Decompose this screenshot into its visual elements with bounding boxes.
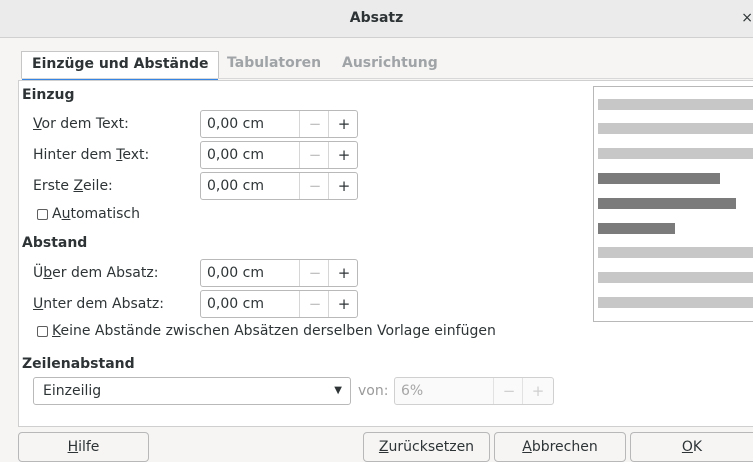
- vor-dem-text-value[interactable]: 0,00 cm: [207, 111, 264, 137]
- increment-button[interactable]: +: [328, 291, 359, 317]
- dialog-title: Absatz: [349, 10, 404, 26]
- hinter-dem-text-spinner: 0,00 cm − +: [200, 141, 358, 169]
- vor-dem-text-spinner: 0,00 cm − +: [200, 110, 358, 138]
- automatisch-checkbox[interactable]: [37, 208, 48, 220]
- increment-button[interactable]: +: [328, 173, 359, 199]
- von-spinner: 6% − +: [394, 377, 554, 405]
- increment-button: +: [522, 378, 553, 404]
- preview-line: [598, 247, 753, 258]
- decrement-button[interactable]: −: [299, 173, 330, 199]
- preview-line-current: [598, 223, 675, 234]
- preview-line: [598, 272, 753, 283]
- preview-line: [598, 99, 753, 110]
- unter-dem-absatz-spinner: 0,00 cm − +: [200, 290, 358, 318]
- hinter-dem-text-label: Hinter dem Text:: [33, 147, 150, 163]
- tab-einzuege-und-abstaende[interactable]: Einzüge und Abstände: [21, 51, 220, 82]
- tab-divider: [21, 78, 753, 79]
- title-bar: Absatz ×: [0, 0, 753, 38]
- preview-line: [598, 297, 753, 308]
- increment-button[interactable]: +: [328, 111, 359, 137]
- hinter-dem-text-value[interactable]: 0,00 cm: [207, 142, 264, 168]
- decrement-button[interactable]: −: [299, 260, 330, 286]
- increment-button[interactable]: +: [328, 142, 359, 168]
- abstand-heading: Abstand: [22, 235, 88, 251]
- keine-abstaende-checkbox-row[interactable]: Keine Abstände zwischen Absätzen derselb…: [37, 323, 496, 339]
- unter-dem-absatz-value[interactable]: 0,00 cm: [207, 291, 264, 317]
- automatisch-label: Automatisch: [52, 206, 140, 222]
- close-icon[interactable]: ×: [739, 0, 753, 37]
- keine-abstaende-checkbox[interactable]: [37, 325, 48, 337]
- increment-button[interactable]: +: [328, 260, 359, 286]
- preview-line-current: [598, 173, 720, 184]
- vor-dem-text-label: Vor dem Text:: [33, 116, 129, 132]
- tab-tabulatoren[interactable]: Tabulatoren: [217, 51, 331, 78]
- preview-line: [598, 148, 753, 159]
- dropdown-arrow-icon: ▼: [334, 385, 342, 396]
- von-label: von:: [358, 383, 389, 399]
- decrement-button[interactable]: −: [299, 142, 330, 168]
- decrement-button: −: [493, 378, 524, 404]
- automatisch-checkbox-row[interactable]: Automatisch: [37, 206, 140, 222]
- einzug-heading: Einzug: [22, 87, 75, 103]
- unter-dem-absatz-label: Unter dem Absatz:: [33, 296, 164, 312]
- zeilenabstand-selected: Einzeilig: [43, 383, 102, 399]
- erste-zeile-spinner: 0,00 cm − +: [200, 172, 358, 200]
- erste-zeile-label: Erste Zeile:: [33, 178, 113, 194]
- ueber-dem-absatz-value[interactable]: 0,00 cm: [207, 260, 264, 286]
- decrement-button[interactable]: −: [299, 111, 330, 137]
- paragraph-preview: [593, 86, 753, 322]
- zeilenabstand-select[interactable]: Einzeilig ▼: [33, 377, 351, 405]
- zeilenabstand-heading: Zeilenabstand: [22, 356, 135, 372]
- preview-line: [598, 123, 753, 134]
- ueber-dem-absatz-spinner: 0,00 cm − +: [200, 259, 358, 287]
- erste-zeile-value[interactable]: 0,00 cm: [207, 173, 264, 199]
- decrement-button[interactable]: −: [299, 291, 330, 317]
- ueber-dem-absatz-label: Über dem Absatz:: [33, 265, 159, 281]
- keine-abstaende-label: Keine Abstände zwischen Absätzen derselb…: [52, 323, 496, 339]
- tab-ausrichtung[interactable]: Ausrichtung: [332, 51, 448, 78]
- von-value: 6%: [401, 383, 424, 399]
- preview-line-current: [598, 198, 736, 209]
